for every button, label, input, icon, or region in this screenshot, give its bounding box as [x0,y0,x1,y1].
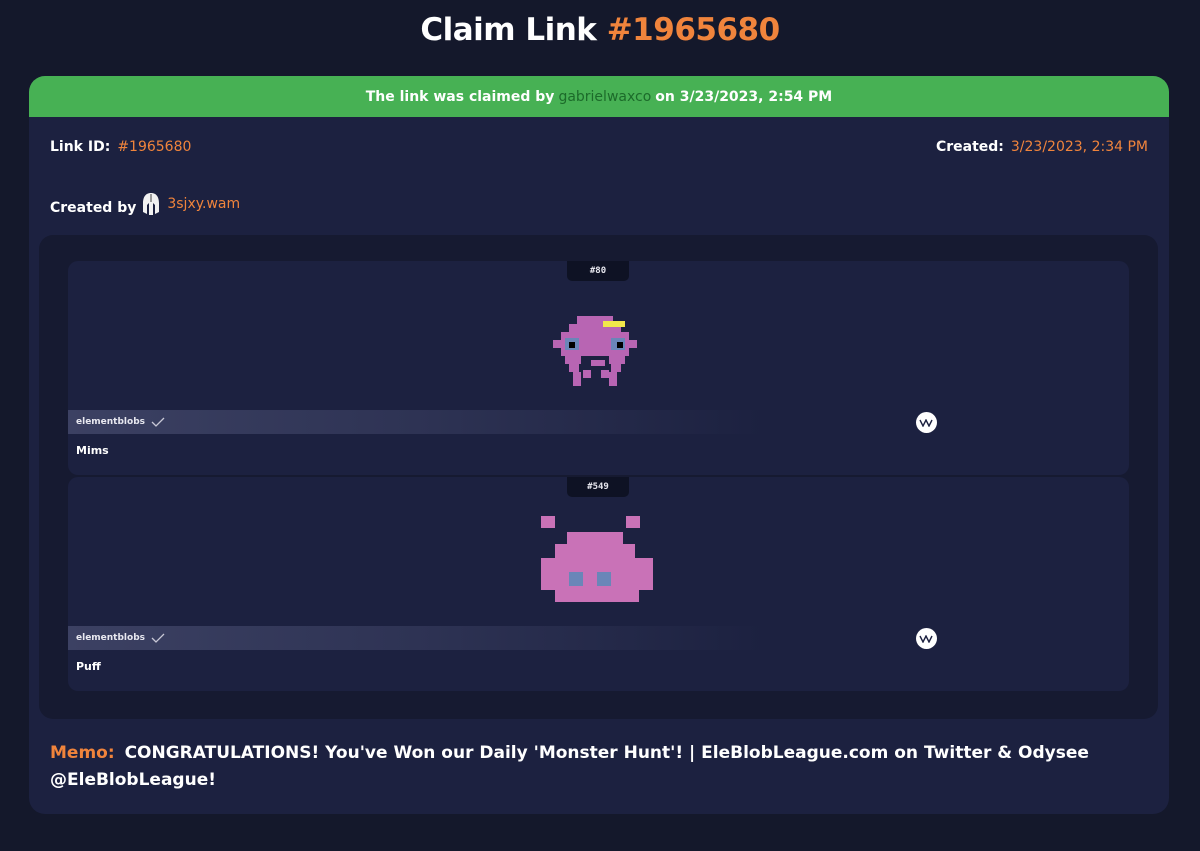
created-by-label: Created by [50,200,137,216]
memo-label: Memo: [50,743,115,763]
memo: Memo: CONGRATULATIONS! You've Won our Da… [50,740,1140,794]
collection-bar: elementblobs [68,410,938,434]
page-title: Claim Link #1965680 [0,12,1200,48]
wax-logo-icon[interactable] [916,628,937,649]
link-meta-row: Link ID: #1965680 Created: 3/23/2023, 2:… [50,139,1148,155]
asset-name: Mims [76,444,109,457]
asset-name: Puff [76,660,101,673]
status-prefix: The link was claimed by [365,88,555,105]
asset-card[interactable]: #549 elementblobs Puff [68,477,1129,691]
page-title-link-id: #1965680 [606,12,780,48]
collection-name[interactable]: elementblobs [76,633,145,643]
mims-blob-image [553,316,637,386]
mint-number-badge: #549 [567,477,629,497]
page-title-text: Claim Link [420,12,597,48]
created-value: 3/23/2023, 2:34 PM [1010,139,1148,155]
claim-link-card: The link was claimed by gabrielwaxco on … [29,76,1169,814]
memo-text: CONGRATULATIONS! You've Won our Daily 'M… [50,743,1089,790]
creator-row: Created by 3sjxy.wam [50,192,240,216]
mint-number-badge: #80 [567,261,629,281]
creator-name-link[interactable]: 3sjxy.wam [167,196,240,212]
verified-check-icon [151,417,165,427]
collection-name[interactable]: elementblobs [76,417,145,427]
status-suffix: on 3/23/2023, 2:54 PM [655,88,833,105]
verified-check-icon [151,633,165,643]
link-id-label: Link ID: [50,139,111,155]
wax-logo-icon[interactable] [916,412,937,433]
created-date-field: Created: 3/23/2023, 2:34 PM [936,139,1148,155]
asset-card[interactable]: #80 elementblobs Mims [68,261,1129,475]
link-id-field: Link ID: #1965680 [50,139,191,155]
created-label: Created: [935,139,1004,155]
puff-blob-image [541,516,653,602]
assets-panel: #80 elementblobs Mims #549 elementblobs … [39,235,1158,719]
link-id-value: #1965680 [117,139,192,155]
collection-bar: elementblobs [68,626,938,650]
claimer-link[interactable]: gabrielwaxco [558,89,651,105]
claim-status-banner: The link was claimed by gabrielwaxco on … [29,76,1169,117]
spartan-helmet-avatar-icon[interactable] [141,192,161,216]
